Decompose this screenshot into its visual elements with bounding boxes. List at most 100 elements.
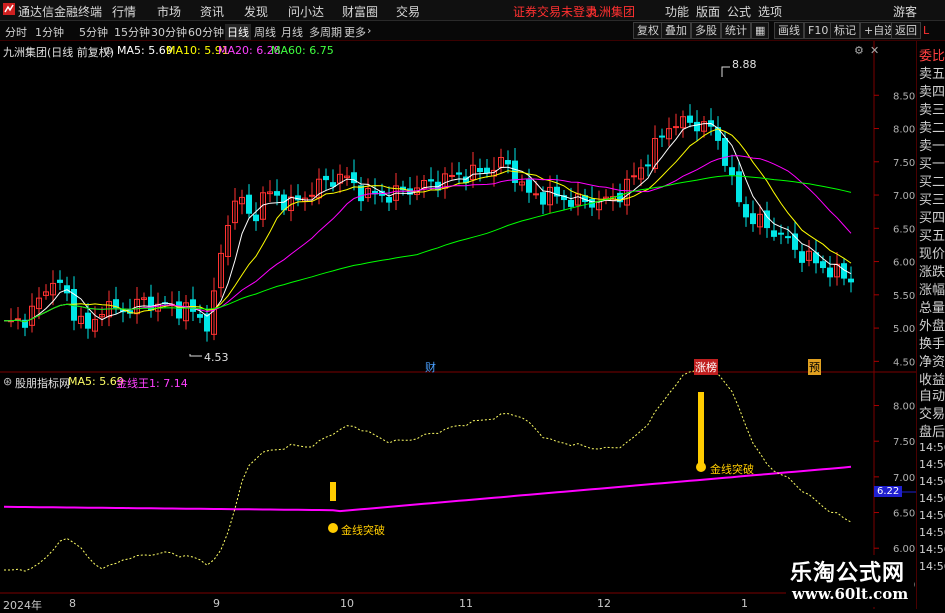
multi-stock-button[interactable]: 多股 bbox=[691, 22, 721, 39]
period-60min[interactable]: 60分钟 bbox=[188, 24, 224, 40]
money-bag-icon bbox=[696, 462, 706, 472]
draw-line-button[interactable]: 画线 bbox=[774, 22, 804, 39]
x-label-jan: 1 bbox=[741, 597, 748, 610]
panel-item-ask1: 卖一 bbox=[919, 139, 945, 154]
overlay-button[interactable]: 叠加 bbox=[661, 22, 691, 39]
y-tick-label: 8.00 bbox=[893, 125, 915, 136]
menu-quotes[interactable]: 行情 bbox=[112, 3, 136, 20]
candle-body bbox=[246, 194, 252, 214]
menu-ask[interactable]: 问小达 bbox=[288, 3, 324, 20]
candle-body bbox=[799, 251, 805, 263]
candle-body bbox=[743, 204, 749, 218]
menu-wealth[interactable]: 财富圈 bbox=[342, 3, 378, 20]
finance-event-mark[interactable]: 财 bbox=[425, 359, 436, 375]
period-1min[interactable]: 1分钟 bbox=[35, 24, 64, 40]
panel-item-netasset: 净资 bbox=[919, 355, 945, 370]
panel-item-ask2: 卖二 bbox=[919, 121, 945, 136]
y-tick-label: 6.50 bbox=[893, 224, 915, 235]
candle-body bbox=[694, 121, 700, 132]
sub-y-tick-label: 6.50 bbox=[893, 509, 915, 520]
menu-market[interactable]: 市场 bbox=[157, 3, 181, 20]
sub-toggle-icon[interactable]: ⊛ bbox=[3, 375, 12, 388]
app-logo-icon bbox=[3, 3, 15, 18]
panel-item-bid3: 买三 bbox=[919, 193, 945, 208]
period-daily[interactable]: 日线 bbox=[225, 24, 251, 40]
y-tick-label: 4.50 bbox=[893, 357, 915, 368]
menu-discover[interactable]: 发现 bbox=[244, 3, 268, 20]
candle-body bbox=[568, 199, 574, 207]
back-button[interactable]: 返回 bbox=[891, 22, 921, 39]
x-label-sep: 9 bbox=[213, 597, 220, 610]
gold-line-label: 金线王1: 7.14 bbox=[116, 377, 188, 390]
x-label-dec: 12 bbox=[597, 597, 611, 610]
forecast-event-mark[interactable]: 预 bbox=[808, 359, 821, 375]
candle-body bbox=[729, 167, 735, 175]
menu-layout[interactable]: 版面 bbox=[696, 3, 720, 20]
panel-time-1: 14:56 bbox=[919, 441, 945, 454]
candle-body bbox=[274, 191, 280, 196]
period-30min[interactable]: 30分钟 bbox=[151, 24, 187, 40]
x-label-nov: 11 bbox=[459, 597, 473, 610]
period-more[interactable]: 更多 bbox=[344, 24, 366, 40]
guest-login[interactable]: 游客 bbox=[893, 3, 917, 20]
ma60-label: MA60: 6.75 bbox=[271, 44, 334, 57]
toggle-icon[interactable]: ⊛ bbox=[104, 44, 113, 57]
candle-body bbox=[778, 232, 784, 235]
menu-trade[interactable]: 交易 bbox=[396, 3, 420, 20]
close-icon[interactable]: ✕ bbox=[870, 44, 879, 57]
menu-formula[interactable]: 公式 bbox=[727, 3, 751, 20]
signal-label-dec: 金线突破 bbox=[710, 463, 754, 476]
period-tick[interactable]: 分时 bbox=[5, 24, 27, 40]
panel-item-change: 涨跌 bbox=[919, 265, 945, 280]
candle-body bbox=[386, 197, 392, 203]
candle-body bbox=[540, 192, 546, 205]
panel-item-ask4: 卖四 bbox=[919, 85, 945, 100]
period-weekly[interactable]: 周线 bbox=[254, 24, 276, 40]
layout-icon[interactable]: ▦ bbox=[751, 22, 770, 39]
panel-item-bid4: 买四 bbox=[919, 211, 945, 226]
candle-body bbox=[484, 167, 490, 174]
adjust-button[interactable]: 复权 bbox=[633, 22, 663, 39]
panel-item-bid2: 买二 bbox=[919, 175, 945, 190]
kline-chart[interactable]: 4.505.005.506.006.507.007.508.008.505.50… bbox=[0, 41, 916, 609]
panel-item-ask3: 卖三 bbox=[919, 103, 945, 118]
menu-function[interactable]: 功能 bbox=[665, 3, 689, 20]
period-15min[interactable]: 15分钟 bbox=[114, 24, 150, 40]
period-multi[interactable]: 多周期 bbox=[309, 24, 342, 40]
period-5min[interactable]: 5分钟 bbox=[79, 24, 108, 40]
signal-bar-oct bbox=[330, 482, 336, 501]
collapse-icon[interactable]: L bbox=[923, 24, 929, 37]
watermark-title: 乐淘公式网 bbox=[790, 560, 906, 586]
candle-body bbox=[57, 279, 63, 283]
chevron-right-icon[interactable]: › bbox=[367, 24, 371, 37]
panel-time-2: 14:56 bbox=[919, 458, 945, 471]
quote-side-panel: 委比 卖五 卖四 卖三 卖二 卖一 买一 买二 买三 买四 买五 现价 涨跌 涨… bbox=[916, 41, 945, 609]
login-status[interactable]: 证券交易未登录 bbox=[513, 3, 597, 20]
candle-body bbox=[820, 261, 826, 269]
sub-y-tick-label: 7.00 bbox=[893, 473, 915, 484]
low-marker bbox=[189, 354, 202, 357]
period-monthly[interactable]: 月线 bbox=[281, 24, 303, 40]
candle-body bbox=[358, 185, 364, 202]
stats-button[interactable]: 统计 bbox=[721, 22, 751, 39]
signal-bar-dec bbox=[698, 392, 704, 464]
f10-button[interactable]: F10 bbox=[804, 22, 833, 39]
menu-options[interactable]: 选项 bbox=[758, 3, 782, 20]
panel-item-weibi: 委比 bbox=[919, 49, 945, 64]
candle-body bbox=[771, 230, 777, 237]
panel-item-auto: 自动 bbox=[919, 389, 945, 404]
ma5-label: MA5: 5.69 bbox=[117, 44, 173, 57]
y-tick-label: 5.50 bbox=[893, 291, 915, 302]
candle-body bbox=[323, 175, 329, 181]
candle-body bbox=[330, 182, 336, 187]
panel-time-8: 14:56 bbox=[919, 560, 945, 573]
candle-body bbox=[253, 214, 259, 222]
settings-icon[interactable]: ⚙ bbox=[854, 44, 864, 57]
menu-news[interactable]: 资讯 bbox=[200, 3, 224, 20]
ma60-line bbox=[3, 175, 852, 323]
x-label-oct: 10 bbox=[340, 597, 354, 610]
ma20-line bbox=[3, 155, 852, 323]
limit-up-event-mark[interactable]: 涨榜 bbox=[694, 359, 718, 375]
panel-time-6: 14:56 bbox=[919, 526, 945, 539]
mark-button[interactable]: 标记 bbox=[830, 22, 860, 39]
